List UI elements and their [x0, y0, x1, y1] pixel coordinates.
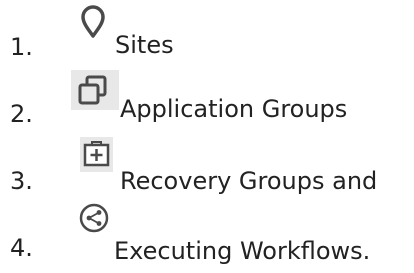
- list-number: 4.: [10, 234, 33, 262]
- recovery-group-icon: [80, 137, 113, 172]
- list-item: 2. Application Groups: [0, 66, 414, 128]
- list-item-label: Application Groups: [120, 95, 348, 123]
- list-number: 1.: [10, 33, 33, 61]
- list-item-label: Sites: [115, 31, 174, 59]
- list-item-label: Executing Workflows.: [114, 237, 371, 265]
- list-item: 4. Executing Workflows.: [0, 200, 414, 265]
- list-number: 3.: [10, 167, 33, 195]
- numbered-list: 1. Sites 2. Application Groups 3. Recove…: [0, 0, 414, 273]
- list-item: 3. Recovery Groups and: [0, 133, 414, 195]
- application-groups-icon: [71, 70, 119, 110]
- list-item: 1. Sites: [0, 0, 414, 61]
- list-number: 2.: [10, 100, 33, 128]
- list-item-label: Recovery Groups and: [120, 167, 378, 195]
- location-pin-icon: [79, 5, 107, 39]
- workflow-share-icon: [78, 202, 110, 234]
